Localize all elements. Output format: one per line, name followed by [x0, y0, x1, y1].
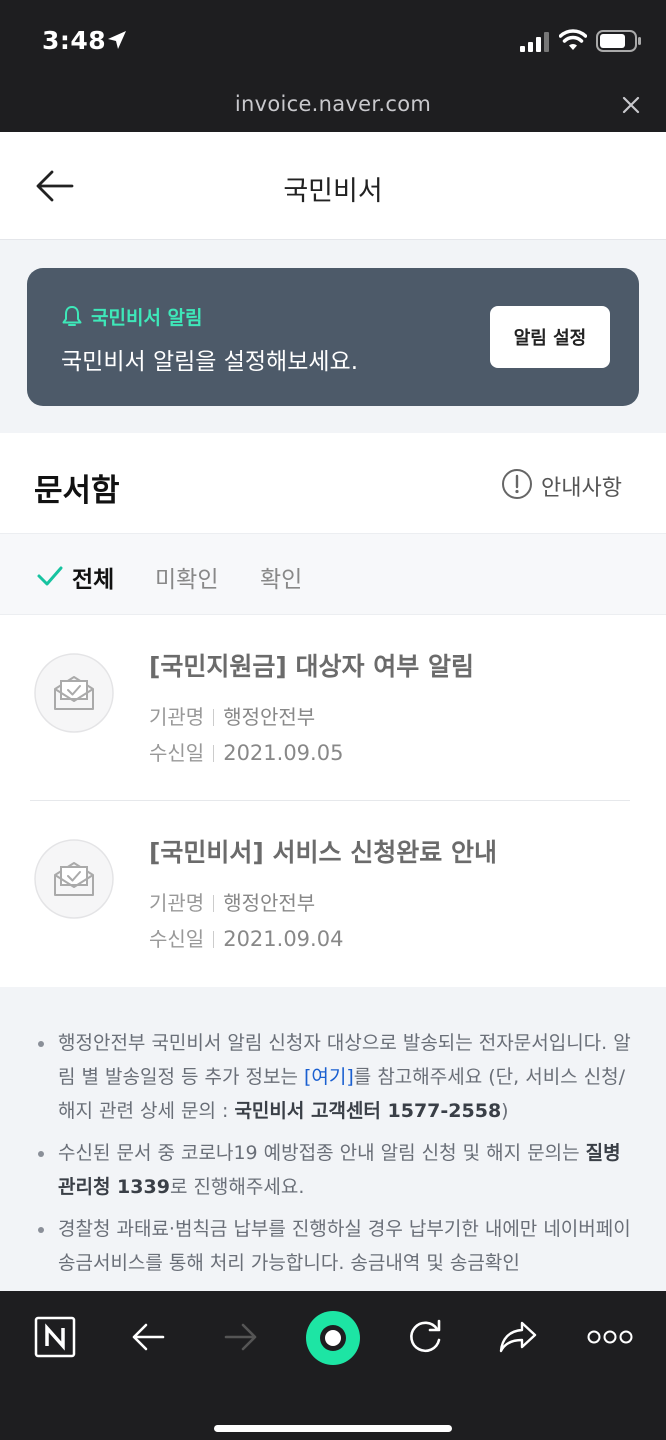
close-icon[interactable] — [620, 94, 642, 116]
page-header: 국민비서 — [0, 132, 666, 240]
tab-unread[interactable]: 미확인 — [155, 560, 218, 594]
date-value: 2021.09.04 — [223, 927, 344, 951]
notification-settings-button[interactable]: 알림 설정 — [490, 306, 610, 368]
check-icon — [37, 566, 63, 586]
item-date: 수신일 2021.09.04 — [149, 923, 343, 952]
envelope-check-icon — [34, 839, 114, 919]
info-exclamation-icon[interactable] — [501, 468, 533, 500]
notice-link[interactable]: 안내사항 — [541, 470, 622, 502]
item-title: [국민비서] 서비스 신청완료 안내 — [149, 838, 497, 867]
wifi-icon — [559, 29, 587, 50]
banner-message: 국민비서 알림을 설정해보세요. — [61, 349, 359, 375]
naver-n-icon — [34, 1316, 76, 1358]
refresh-icon — [410, 1319, 441, 1353]
url-text[interactable]: invoice.naver.com — [0, 92, 666, 116]
cellular-signal-icon — [520, 32, 549, 52]
browser-toolbar — [0, 1291, 666, 1440]
item-title: [국민지원금] 대상자 여부 알림 — [149, 652, 474, 681]
banner-label: 국민비서 알림 — [91, 307, 203, 329]
info-notes: 행정안전부 국민비서 알림 신청자 대상으로 발송되는 전자문서입니다. 알림 … — [0, 988, 666, 1291]
item-org: 기관명 행정안전부 — [149, 887, 315, 916]
tab-read[interactable]: 확인 — [260, 560, 302, 594]
more-dots-icon — [587, 1330, 633, 1344]
green-dot-icon — [306, 1311, 360, 1365]
org-label: 기관명 — [149, 891, 205, 915]
bell-icon — [62, 306, 82, 326]
note-item: 행정안전부 국민비서 알림 신청자 대상으로 발송되는 전자문서입니다. 알림 … — [32, 1026, 632, 1128]
org-label: 기관명 — [149, 705, 205, 729]
status-time: 3:48 — [42, 26, 107, 55]
notes-list: 행정안전부 국민비서 알림 신청자 대상으로 발송되는 전자문서입니다. 알림 … — [32, 1026, 632, 1288]
date-value: 2021.09.05 — [223, 741, 344, 765]
tab-all[interactable]: 전체 — [72, 560, 114, 594]
date-label: 수신일 — [149, 927, 205, 951]
here-link[interactable]: [여기] — [304, 1066, 354, 1088]
more-button[interactable] — [582, 1313, 638, 1361]
list-item[interactable]: [국민비서] 서비스 신청완료 안내 기관명 행정안전부 수신일 2021.09.0… — [0, 801, 666, 987]
envelope-check-icon — [34, 653, 114, 733]
share-button[interactable] — [490, 1313, 546, 1361]
item-date: 수신일 2021.09.05 — [149, 737, 343, 766]
notification-banner: 국민비서 알림 국민비서 알림을 설정해보세요. 알림 설정 — [27, 268, 639, 406]
browser-top-bar: 3:48 invoice.naver.com — [0, 0, 666, 132]
naver-home-button[interactable] — [27, 1313, 83, 1361]
green-dot-button[interactable] — [300, 1307, 366, 1369]
org-value: 행정안전부 — [223, 891, 316, 915]
note-item: 수신된 문서 중 코로나19 예방접종 안내 알림 신청 및 해지 문의는 질병… — [32, 1136, 632, 1204]
org-value: 행정안전부 — [223, 705, 316, 729]
filter-tabs: 전체 미확인 확인 — [0, 533, 666, 615]
home-indicator — [214, 1425, 452, 1432]
location-arrow-icon — [108, 31, 126, 49]
note-item: 경찰청 과태료·범칙금 납부를 진행하실 경우 납부기한 내에만 네이버페이 송… — [32, 1212, 632, 1280]
list-item[interactable]: [국민지원금] 대상자 여부 알림 기관명 행정안전부 수신일 2021.09.05 — [0, 615, 666, 801]
forward-button[interactable] — [213, 1313, 269, 1361]
battery-icon — [596, 30, 641, 52]
item-divider — [30, 800, 630, 801]
refresh-button[interactable] — [397, 1313, 453, 1361]
document-box: 문서함 안내사항 전체 미확인 확인 [국민지원금] 대상자 여부 알림 기관명… — [0, 433, 666, 987]
forward-arrow-icon — [224, 1323, 257, 1351]
date-label: 수신일 — [149, 741, 205, 765]
page-title: 국민비서 — [283, 176, 383, 207]
item-org: 기관명 행정안전부 — [149, 701, 315, 730]
status-bar: 3:48 — [0, 0, 666, 80]
back-button[interactable] — [120, 1313, 176, 1361]
back-arrow-icon — [132, 1323, 165, 1351]
section-title: 문서함 — [34, 473, 120, 509]
share-arrow-icon — [499, 1321, 537, 1353]
